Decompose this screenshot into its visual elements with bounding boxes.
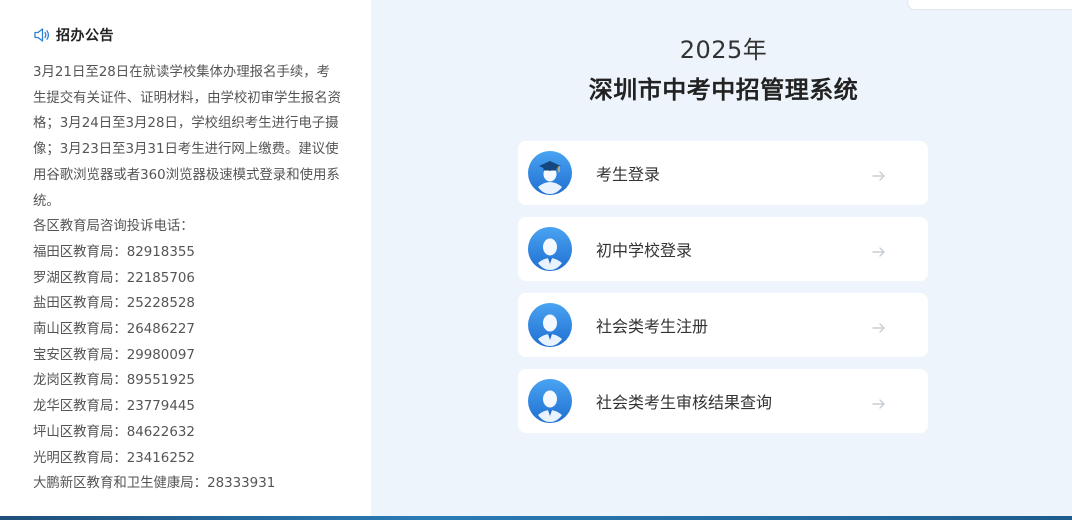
user-avatar-icon	[528, 379, 572, 423]
contact-line: 南山区教育局：26486227	[33, 322, 195, 338]
main-area: 2025年 深圳市中考中招管理系统 考生登录 初中学校登录 社会类考生注册 社会…	[371, 0, 1072, 516]
notice-paragraph: 3月21日至28日在就读学校集体办理报名手续，考生提交有关证件、证明材料，由学校…	[33, 65, 341, 209]
user-avatar-icon	[528, 303, 572, 347]
contact-line: 龙华区教育局：23779445	[33, 399, 195, 415]
contact-line: 龙岗区教育局：89551925	[33, 373, 195, 389]
student-login-button[interactable]: 考生登录	[518, 141, 928, 205]
notice-title: 招办公告	[56, 28, 114, 44]
contact-line: 光明区教育局：23416252	[33, 450, 195, 466]
contact-line: 盐田区教育局：25228528	[33, 296, 195, 312]
social-register-button[interactable]: 社会类考生注册	[518, 293, 928, 357]
year-label: 2025年	[679, 36, 768, 64]
page: 招办公告 3月21日至28日在就读学校集体办理报名手续，考生提交有关证件、证明材…	[0, 0, 1072, 520]
arrow-right-icon	[872, 319, 886, 333]
top-card	[907, 0, 1072, 10]
arrow-right-icon	[872, 243, 886, 257]
review-result-query-button[interactable]: 社会类考生审核结果查询	[518, 369, 928, 433]
user-avatar-icon	[528, 227, 572, 271]
contact-line: 宝安区教育局：29980097	[33, 347, 195, 363]
system-title: 深圳市中考中招管理系统	[588, 76, 859, 104]
school-login-button[interactable]: 初中学校登录	[518, 217, 928, 281]
contacts-header: 各区教育局咨询投诉电话：	[33, 219, 194, 235]
bottom-bar	[0, 516, 1072, 520]
contact-line: 大鹏新区教育和卫生健康局：28333931	[33, 476, 276, 492]
graduate-avatar-icon	[528, 151, 572, 195]
speaker-icon	[33, 26, 51, 44]
notice-body: 3月21日至28日在就读学校集体办理报名手续，考生提交有关证件、证明材料，由学校…	[33, 60, 351, 497]
arrow-right-icon	[872, 395, 886, 409]
contact-line: 福田区教育局：82918355	[33, 244, 195, 260]
contact-line: 坪山区教育局：84622632	[33, 424, 195, 440]
login-menu: 考生登录 初中学校登录 社会类考生注册 社会类考生审核结果查询	[518, 141, 928, 445]
notice-header: 招办公告	[33, 24, 351, 46]
notice-panel: 招办公告 3月21日至28日在就读学校集体办理报名手续，考生提交有关证件、证明材…	[0, 0, 371, 516]
arrow-right-icon	[872, 167, 886, 181]
contact-line: 罗湖区教育局：22185706	[33, 270, 195, 286]
